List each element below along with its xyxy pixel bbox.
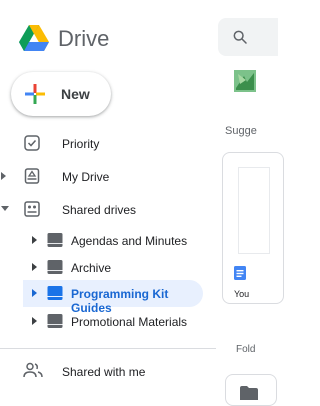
shared-drive-label: Promotional Materials — [71, 315, 188, 329]
sidebar-divider — [0, 348, 216, 349]
nav-item-shared-drives[interactable]: Shared drives — [0, 198, 216, 220]
search-icon — [233, 30, 247, 44]
leaf-thumbnail[interactable] — [234, 70, 256, 92]
folders-heading: Fold — [236, 344, 256, 355]
shared-drive-label: Agendas and Minutes — [71, 234, 188, 248]
shared-drive-icon — [47, 286, 63, 300]
new-button-label: New — [61, 86, 90, 102]
docs-icon — [234, 266, 246, 280]
shared-drive-label: Archive — [71, 261, 112, 275]
drive-logo-icon — [19, 25, 49, 51]
plus-icon — [25, 84, 45, 104]
nav-item-my-drive[interactable]: My Drive — [0, 165, 216, 187]
sidebar: Drive New Priority My Drive Shared drive… — [0, 0, 216, 394]
shared-drive-item[interactable]: Archive — [23, 256, 208, 278]
shared-drive-item-selected[interactable]: Programming Kit Guides — [23, 282, 208, 315]
expand-arrow-icon[interactable] — [31, 235, 39, 245]
nav-label-shared-with-me: Shared with me — [62, 365, 146, 379]
expand-arrow-icon[interactable] — [31, 288, 39, 298]
priority-check-icon — [24, 135, 40, 151]
shared-drive-item[interactable]: Agendas and Minutes — [23, 229, 208, 251]
card-owner: You — [234, 289, 250, 299]
folder-card[interactable] — [225, 374, 277, 406]
folder-icon — [240, 386, 258, 400]
nav-label-shared-drives: Shared drives — [62, 203, 137, 217]
collapse-arrow-icon[interactable] — [0, 205, 10, 213]
nav-item-shared-with-me[interactable]: Shared with me — [0, 360, 216, 382]
shared-drive-icon — [47, 233, 63, 247]
search-bar[interactable] — [218, 18, 278, 56]
shared-drive-icon — [47, 314, 63, 328]
shared-drives-icon — [24, 201, 40, 217]
nav-item-priority[interactable]: Priority — [0, 132, 216, 154]
nav-label-priority: Priority — [62, 137, 100, 151]
nav-label-my-drive: My Drive — [62, 170, 110, 184]
people-icon — [23, 362, 43, 378]
suggested-heading: Sugge — [225, 125, 257, 137]
shared-drive-item[interactable]: Promotional Materials — [23, 310, 208, 332]
app-title[interactable]: Drive — [58, 26, 109, 52]
expand-arrow-icon[interactable] — [31, 262, 39, 272]
file-preview — [238, 167, 270, 254]
shared-drive-icon — [47, 260, 63, 274]
new-button[interactable]: New — [11, 72, 111, 116]
expand-arrow-icon[interactable] — [31, 316, 39, 326]
expand-arrow-icon[interactable] — [0, 171, 8, 181]
my-drive-icon — [24, 168, 40, 184]
